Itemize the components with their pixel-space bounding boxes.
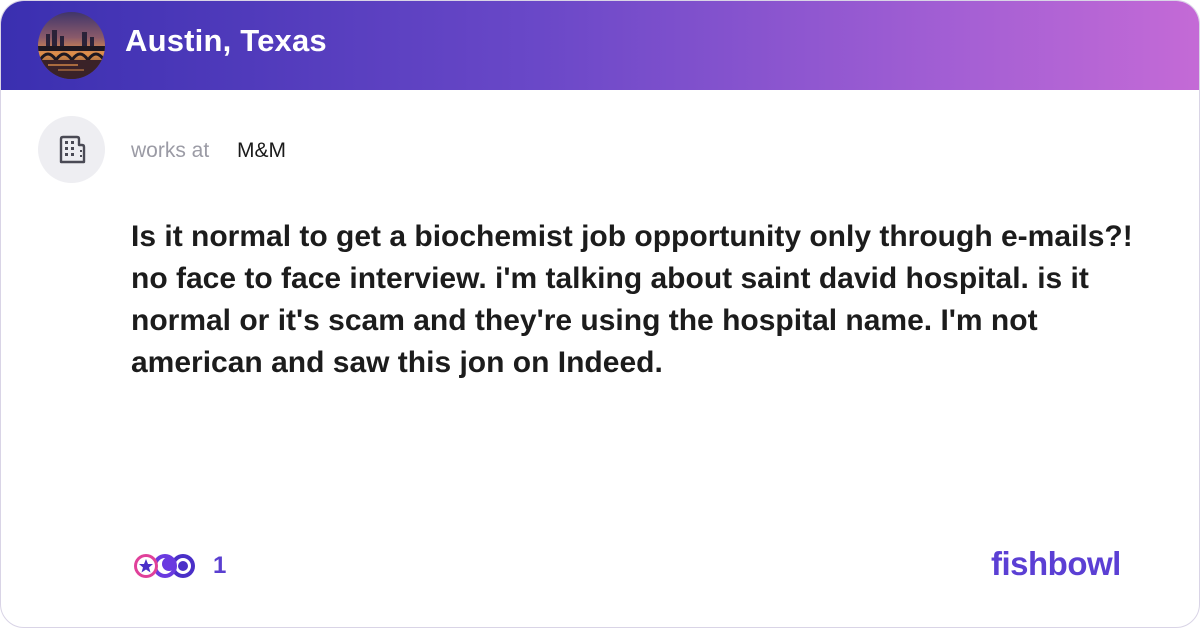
reaction-count[interactable]: 1 [213,552,226,580]
building-icon [59,135,86,164]
austin-skyline-bridge-photo [38,30,105,79]
star-reaction-icon [134,554,158,578]
reaction-icons[interactable] [131,551,199,581]
company-avatar[interactable] [38,116,105,183]
works-at-label: works at [131,139,210,162]
fishbowl-logo[interactable]: fishbowl [991,545,1121,583]
bowl-avatar[interactable] [38,12,105,79]
company-name[interactable]: M&M [237,139,286,163]
post-text[interactable]: Is it normal to get a biochemist job opp… [131,216,1141,384]
bowl-header[interactable]: Austin, Texas [1,1,1199,90]
bowl-title[interactable]: Austin, Texas [125,23,327,59]
reactions-bar[interactable]: 1 [131,549,226,583]
post-card: Austin, Texas works at M&M Is it normal … [0,0,1200,628]
